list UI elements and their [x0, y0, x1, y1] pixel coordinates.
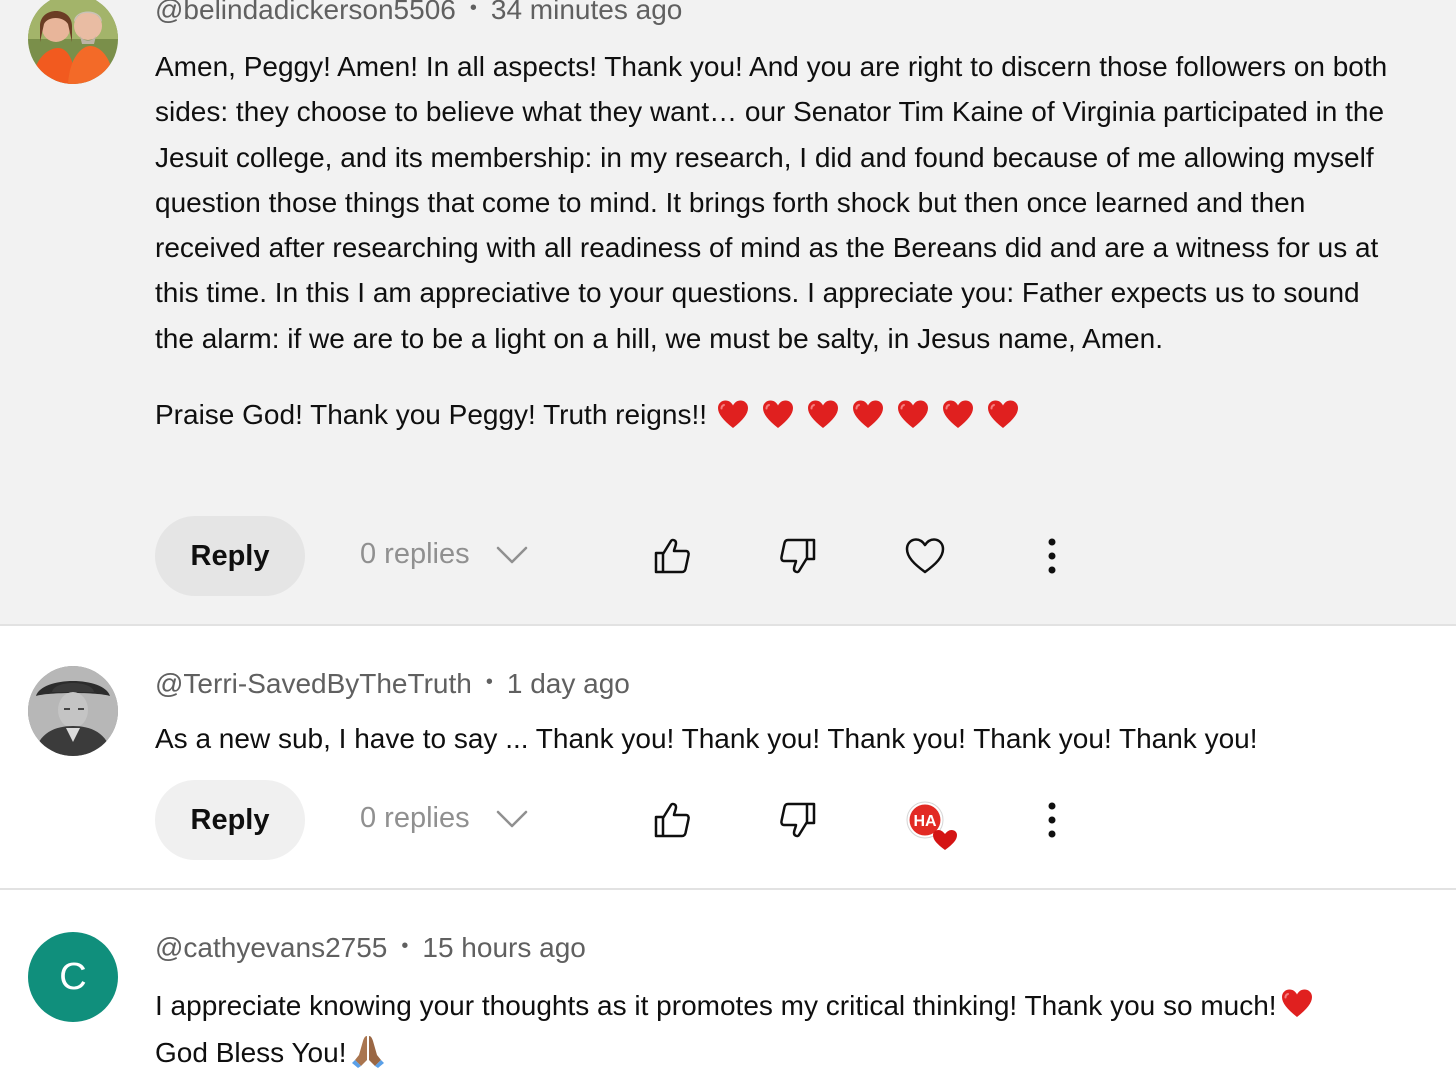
red-heart-emoji	[942, 399, 974, 431]
red-heart-emoji	[897, 399, 929, 431]
comment-meta: @belindadickerson5506 • 34 minutes ago	[155, 0, 682, 26]
more-options-button[interactable]	[1035, 800, 1069, 840]
replies-count: 0 replies	[360, 538, 470, 570]
comment-time[interactable]: 15 hours ago	[422, 932, 585, 963]
dislike-button[interactable]	[778, 800, 818, 840]
comment-paragraph: Praise God! Thank you Peggy! Truth reign…	[155, 392, 1395, 437]
heart-button[interactable]	[905, 536, 945, 576]
comment-time[interactable]: 34 minutes ago	[491, 0, 682, 25]
separator-dot: •	[401, 935, 409, 958]
heart-outline-icon	[905, 536, 945, 576]
comment-paragraph-text: Praise God! Thank you Peggy! Truth reign…	[155, 399, 708, 431]
like-button[interactable]	[652, 800, 692, 840]
comment-text: I appreciate knowing your thoughts as it…	[155, 982, 1395, 1074]
comment-author[interactable]: @cathyevans2755	[155, 932, 387, 963]
creator-heart-badge[interactable]: HA	[905, 800, 961, 854]
red-heart-emoji	[762, 399, 794, 431]
thumbs-up-icon	[652, 800, 692, 840]
comment-text: As a new sub, I have to say ... Thank yo…	[155, 723, 1258, 754]
comment-card: @belindadickerson5506 • 34 minutes ago Ame…	[0, 0, 1456, 624]
reply-button[interactable]: Reply	[155, 516, 305, 596]
comment-paragraph: Amen, Peggy! Amen! In all aspects! Thank…	[155, 51, 1388, 354]
praying-hands-emoji	[352, 1035, 385, 1068]
more-vert-icon	[1035, 536, 1069, 576]
comment-line-text: God Bless You!	[155, 1037, 347, 1068]
creator-badge-text: HA	[913, 813, 937, 830]
creator-heart-icon	[933, 830, 957, 850]
red-heart-emoji	[852, 399, 884, 431]
red-heart-emoji	[1281, 988, 1313, 1020]
reply-button[interactable]: Reply	[155, 780, 305, 860]
replies-count: 0 replies	[360, 802, 470, 834]
comment-author[interactable]: @Terri-SavedByTheTruth	[155, 668, 472, 699]
comment-meta: @Terri-SavedByTheTruth • 1 day ago	[155, 668, 630, 700]
replies-toggle[interactable]: 0 replies	[360, 802, 528, 835]
thumbs-down-icon	[778, 800, 818, 840]
avatar[interactable]	[28, 666, 118, 756]
dislike-button[interactable]	[778, 536, 818, 576]
comment-actions: Reply 0 replies	[155, 516, 1105, 596]
thumbs-down-icon	[778, 536, 818, 576]
comment-author[interactable]: @belindadickerson5506	[155, 0, 456, 25]
avatar[interactable]	[28, 0, 118, 84]
avatar[interactable]: C	[28, 932, 118, 1022]
comment-line: I appreciate knowing your thoughts as it…	[155, 982, 1395, 1029]
like-button[interactable]	[652, 536, 692, 576]
chevron-down-icon	[496, 809, 528, 829]
comment-card: @Terri-SavedByTheTruth • 1 day ago As a ne…	[0, 626, 1456, 888]
red-heart-emoji	[717, 399, 749, 431]
separator-dot: •	[485, 671, 493, 694]
comment-time[interactable]: 1 day ago	[507, 668, 630, 699]
heart-emoji-row	[717, 399, 1019, 431]
comment-line: God Bless You!	[155, 1029, 1395, 1074]
chevron-down-icon	[496, 545, 528, 565]
comment-meta: @cathyevans2755 • 15 hours ago	[155, 932, 586, 964]
more-options-button[interactable]	[1035, 536, 1069, 576]
more-vert-icon	[1035, 800, 1069, 840]
separator-dot: •	[469, 0, 477, 20]
comment-card: C @cathyevans2755 • 15 hours ago I appreci…	[0, 890, 1456, 1074]
red-heart-emoji	[987, 399, 1019, 431]
thumbs-up-icon	[652, 536, 692, 576]
comment-actions: Reply 0 replies HA	[155, 780, 1105, 860]
comment-line-text: I appreciate knowing your thoughts as it…	[155, 990, 1277, 1021]
comment-text: Amen, Peggy! Amen! In all aspects! Thank…	[155, 44, 1395, 437]
replies-toggle[interactable]: 0 replies	[360, 538, 528, 571]
red-heart-emoji	[807, 399, 839, 431]
